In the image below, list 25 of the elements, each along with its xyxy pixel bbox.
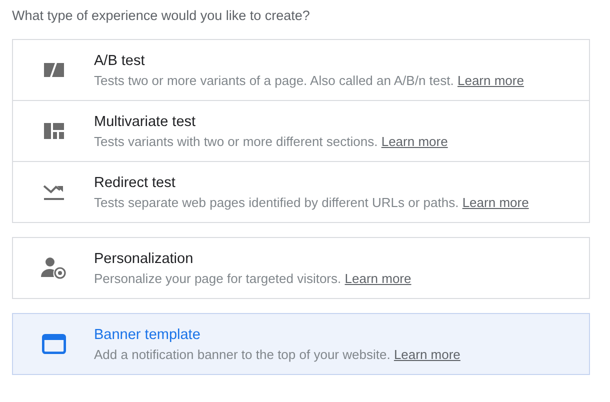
- learn-more-link[interactable]: Learn more: [394, 346, 460, 362]
- browser-window-icon: [42, 334, 66, 354]
- option-description: Add a notification banner to the top of your website. Learn more: [94, 346, 460, 362]
- option-description: Tests two or more variants of a page. Also called an A/B/n test. Learn more: [94, 72, 524, 88]
- learn-more-link[interactable]: Learn more: [457, 72, 524, 88]
- question-heading: What type of experience would you like to create?: [12, 7, 311, 25]
- option-description: Personalize your page for targeted visitors. Learn more: [94, 270, 412, 286]
- learn-more-link[interactable]: Learn more: [344, 270, 412, 286]
- experience-option[interactable]: Personalization Personalize your page for targeted visitors. Learn more: [12, 237, 590, 299]
- option-description: Tests separate web pages identified by different URLs or paths. Learn more: [94, 194, 529, 210]
- learn-more-link[interactable]: Learn more: [462, 194, 529, 210]
- person-target-icon: [40, 257, 66, 279]
- layout-grid-icon: [44, 123, 64, 139]
- option-title: Personalization: [94, 250, 194, 268]
- experience-option[interactable]: Redirect test Tests separate web pages identified by different URLs or paths. Learn more: [12, 161, 590, 223]
- option-title: A/B test: [94, 52, 146, 70]
- redirect-arrow-icon: [42, 183, 64, 201]
- option-title: Multivariate test: [94, 112, 197, 130]
- learn-more-link[interactable]: Learn more: [381, 134, 448, 148]
- experience-option[interactable]: Multivariate test Tests variants with two or more different sections. Learn more: [12, 100, 590, 162]
- option-title: Banner template: [94, 326, 202, 344]
- option-title: Redirect test: [94, 174, 176, 192]
- experience-option[interactable]: Banner template Add a notification banner to the top of your website. Learn more: [12, 313, 590, 375]
- option-description: Tests variants with two or more different sections. Learn more: [94, 132, 448, 150]
- experience-option[interactable]: A/B test Tests two or more variants of a page. Also called an A/B/n test. Learn more: [12, 39, 590, 101]
